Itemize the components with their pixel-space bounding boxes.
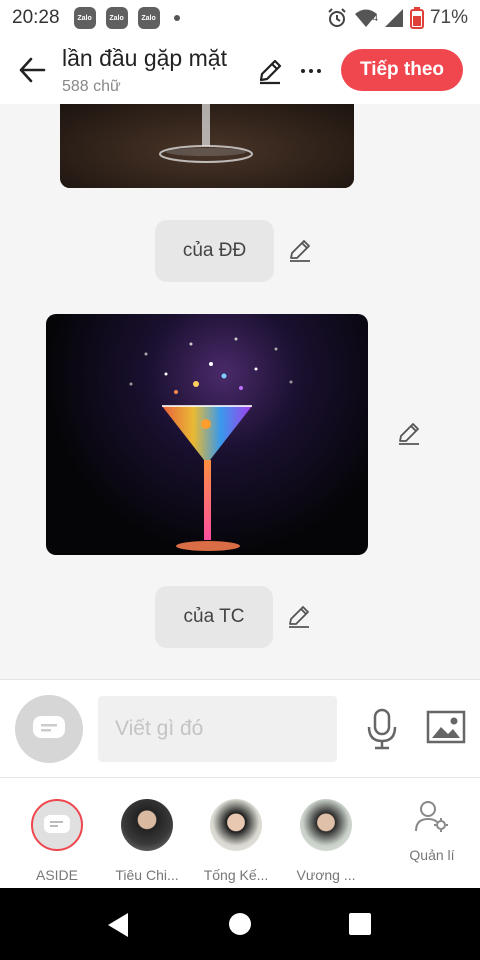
character-name: Tống Kế... <box>203 867 269 883</box>
alarm-icon <box>328 8 347 27</box>
nav-back-icon[interactable] <box>106 912 130 938</box>
pencil-icon <box>290 240 310 262</box>
app-header: lần đầu gặp mặt 588 chữ Tiếp theo <box>0 36 480 104</box>
manage-characters-button[interactable]: Quản lí <box>400 800 464 863</box>
user-settings-icon <box>415 801 448 832</box>
story-content[interactable]: của ĐĐ của TC <box>0 104 480 679</box>
edit-title-button[interactable] <box>255 56 285 86</box>
status-right: 4 71% <box>326 7 468 29</box>
message-bubble-icon <box>33 716 65 738</box>
pencil-icon <box>289 606 309 628</box>
character-item[interactable]: Tống Kế... <box>194 799 278 883</box>
battery-icon <box>409 7 424 29</box>
edit-image-button[interactable] <box>396 420 422 446</box>
voice-input-button[interactable] <box>364 708 400 750</box>
word-count: 588 chữ <box>62 78 121 95</box>
message-input[interactable] <box>98 696 337 762</box>
character-name: ASIDE <box>35 867 78 883</box>
network-type: 4 <box>372 12 378 24</box>
edit-caption-button[interactable] <box>286 603 312 629</box>
microphone-icon <box>367 708 397 750</box>
signal-icon <box>384 9 403 27</box>
zalo-notification-icon: Zalo <box>105 7 128 29</box>
avatar <box>300 799 352 851</box>
dot <box>309 69 313 73</box>
arrow-left-icon <box>19 57 46 83</box>
aside-mode-button[interactable] <box>15 695 83 763</box>
nav-home-icon[interactable] <box>229 913 251 935</box>
caption-bubble[interactable]: của ĐĐ <box>155 220 274 282</box>
character-name: Tiêu Chi... <box>115 867 179 883</box>
avatar <box>210 799 262 851</box>
edit-caption-button[interactable] <box>287 237 313 263</box>
character-item[interactable]: Tiêu Chi... <box>105 799 189 883</box>
pencil-icon <box>259 59 282 85</box>
status-time: 20:28 <box>12 7 60 28</box>
character-aside[interactable]: ASIDE <box>15 799 99 883</box>
battery-level: 71% <box>429 7 468 28</box>
wine-glass-image[interactable] <box>60 104 354 188</box>
message-bubble-icon <box>44 815 70 833</box>
more-options-button[interactable] <box>296 56 326 86</box>
zalo-notification-icon: Zalo <box>73 7 96 29</box>
character-item[interactable]: Vương ... <box>284 799 368 883</box>
nav-recents-icon[interactable] <box>349 913 371 935</box>
avatar <box>31 799 83 851</box>
image-icon <box>426 710 466 744</box>
pencil-icon <box>399 423 419 445</box>
status-bar: 20:28 Zalo Zalo Zalo 4 71% <box>0 0 480 36</box>
caption-bubble[interactable]: của TC <box>155 586 273 648</box>
cocktail-splash-image[interactable] <box>46 314 368 555</box>
system-nav-bar <box>0 888 480 960</box>
page-title: lần đầu gặp mặt <box>62 45 227 71</box>
character-bar: ASIDE Tiêu Chi... Tống Kế... Vương ... Q… <box>0 778 480 888</box>
wine-glass-illustration <box>60 104 354 188</box>
manage-label: Quản lí <box>409 847 455 863</box>
zalo-notification-icon: Zalo <box>137 7 160 29</box>
dot <box>317 69 321 73</box>
message-composer <box>0 679 480 778</box>
insert-image-button[interactable] <box>426 710 466 746</box>
more-notifications-dot <box>173 15 180 21</box>
cocktail-illustration <box>129 337 293 551</box>
next-button[interactable]: Tiếp theo <box>341 49 463 91</box>
avatar <box>121 799 173 851</box>
dot <box>301 69 305 73</box>
character-name: Vương ... <box>296 867 356 883</box>
back-button[interactable] <box>14 52 50 88</box>
